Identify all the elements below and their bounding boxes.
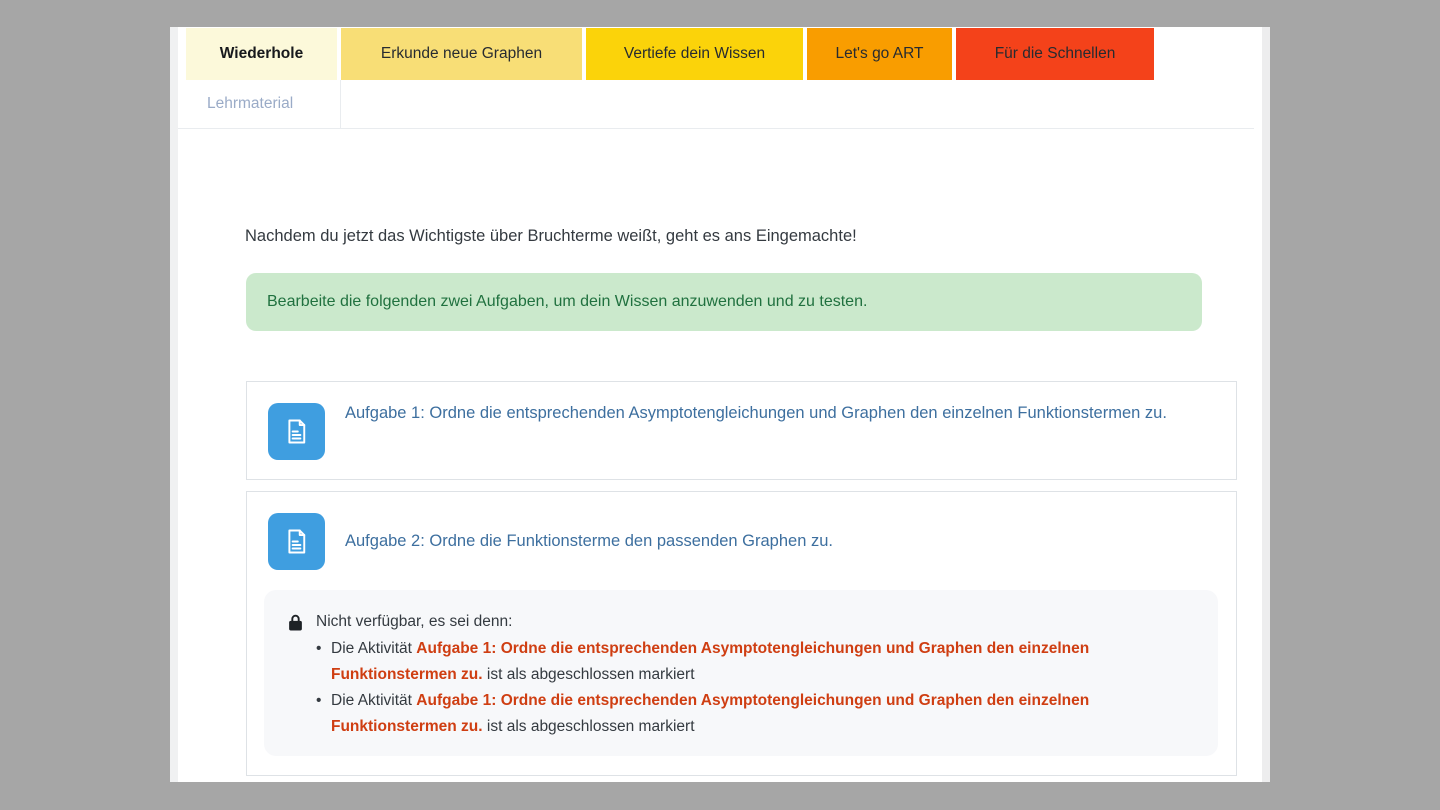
- success-alert: Bearbeite die folgenden zwei Aufgaben, u…: [246, 273, 1202, 331]
- activity-link-aufgabe-2[interactable]: Aufgabe 2: Ordne die Funktionsterme den …: [345, 527, 1175, 556]
- restriction-condition-list: Die Aktivität Aufgabe 1: Ordne die entsp…: [288, 636, 1194, 740]
- condition-activity-link[interactable]: Aufgabe 1: Ordne die entsprechenden Asym…: [331, 692, 1089, 735]
- condition-prefix: Die Aktivität: [331, 692, 412, 709]
- course-subtabs: Lehrmaterial: [178, 80, 1254, 129]
- restriction-header-text: Nicht verfügbar, es sei denn:: [316, 609, 512, 635]
- availability-restriction-box: Nicht verfügbar, es sei denn: Die Aktivi…: [264, 590, 1218, 756]
- restriction-header: Nicht verfügbar, es sei denn:: [288, 609, 1194, 635]
- condition-prefix: Die Aktivität: [331, 640, 412, 657]
- restriction-condition: Die Aktivität Aufgabe 1: Ordne die entsp…: [288, 688, 1211, 740]
- activity-card-aufgabe-1: Aufgabe 1: Ordne die entsprechenden Asym…: [246, 381, 1237, 480]
- activity-link-aufgabe-1[interactable]: Aufgabe 1: Ordne die entsprechenden Asym…: [345, 399, 1175, 428]
- document-icon: [268, 513, 325, 570]
- condition-suffix: ist als abgeschlossen markiert: [487, 666, 695, 683]
- document-icon: [268, 403, 325, 460]
- course-topic-tabs: Wiederhole Erkunde neue Graphen Vertiefe…: [186, 28, 1154, 80]
- condition-activity-link[interactable]: Aufgabe 1: Ordne die entsprechenden Asym…: [331, 640, 1089, 683]
- condition-suffix: ist als abgeschlossen markiert: [487, 718, 695, 735]
- tab-erkunde-neue-graphen[interactable]: Erkunde neue Graphen: [341, 28, 582, 80]
- intro-text: Nachdem du jetzt das Wichtigste über Bru…: [245, 227, 857, 246]
- lock-icon: [288, 614, 303, 631]
- course-page: Wiederhole Erkunde neue Graphen Vertiefe…: [170, 27, 1270, 782]
- activity-card-aufgabe-2: Aufgabe 2: Ordne die Funktionsterme den …: [246, 491, 1237, 776]
- tab-wiederhole[interactable]: Wiederhole: [186, 28, 337, 80]
- tab-lets-go-art[interactable]: Let's go ART: [807, 28, 952, 80]
- restriction-condition: Die Aktivität Aufgabe 1: Ordne die entsp…: [288, 636, 1211, 688]
- page-right-scrollbar[interactable]: [1262, 27, 1270, 782]
- success-alert-text: Bearbeite die folgenden zwei Aufgaben, u…: [267, 293, 867, 311]
- tab-lehrmaterial[interactable]: Lehrmaterial: [186, 80, 341, 128]
- tab-vertiefe-dein-wissen[interactable]: Vertiefe dein Wissen: [586, 28, 803, 80]
- tab-fuer-die-schnellen[interactable]: Für die Schnellen: [956, 28, 1154, 80]
- page-left-gutter: [170, 27, 178, 782]
